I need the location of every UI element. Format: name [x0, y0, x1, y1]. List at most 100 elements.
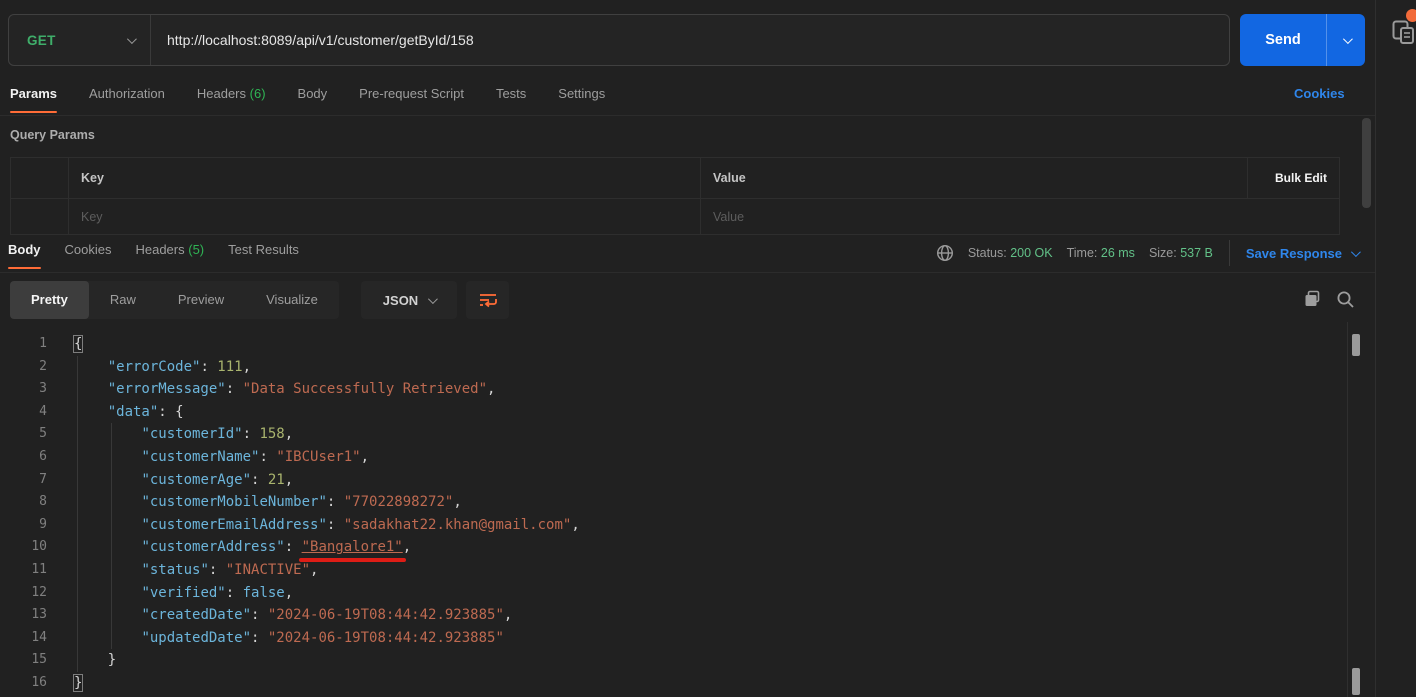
view-pretty[interactable]: Pretty [10, 281, 89, 319]
time-indicator: Time: 26 ms [1067, 246, 1135, 260]
key-column-header: Key [69, 158, 701, 198]
tab-headers[interactable]: Headers (6) [197, 86, 266, 107]
view-raw[interactable]: Raw [89, 281, 157, 319]
indent-guide [77, 649, 78, 672]
code-line: 6 "customerName": "IBCUser1", [0, 446, 1347, 469]
code-token: "IBCUser1" [276, 449, 360, 465]
tab-response-headers[interactable]: Headers (5) [135, 242, 204, 263]
code-line: 4 "data": { [0, 401, 1347, 424]
tab-body[interactable]: Body [298, 86, 328, 107]
row-checkbox-cell[interactable] [11, 199, 69, 234]
code-line: 13 "createdDate": "2024-06-19T08:44:42.9… [0, 604, 1347, 627]
code-token: : [259, 449, 276, 465]
status-value: 200 OK [1010, 246, 1052, 260]
search-icon[interactable] [1336, 290, 1355, 309]
network-globe-icon[interactable] [936, 244, 954, 262]
code-line-content: "customerAddress": "Bangalore1", [47, 536, 1347, 559]
save-response-button[interactable]: Save Response [1246, 246, 1358, 261]
code-token: , [310, 562, 318, 578]
indent-guide [111, 627, 112, 650]
divider [1229, 240, 1230, 266]
code-line: 8 "customerMobileNumber": "77022898272", [0, 491, 1347, 514]
code-token: , [453, 494, 461, 510]
table-row: Key Value [11, 198, 1339, 234]
code-line-content: "data": { [47, 401, 1347, 424]
copy-icon[interactable] [1304, 290, 1323, 309]
code-token [74, 404, 108, 420]
value-column-header: Value [701, 158, 1248, 198]
params-scrollbar[interactable] [1362, 118, 1371, 208]
key-input[interactable]: Key [69, 199, 701, 234]
code-line: 9 "customerEmailAddress": "sadakhat22.kh… [0, 514, 1347, 537]
code-token: , [285, 426, 293, 442]
indent-guide [111, 446, 112, 469]
code-line-content: "customerId": 158, [47, 423, 1347, 446]
code-token: } [74, 675, 82, 691]
line-number: 3 [0, 378, 47, 401]
code-line-content: "errorMessage": "Data Successfully Retri… [47, 378, 1347, 401]
select-all-cell[interactable] [11, 158, 69, 198]
code-token: : [327, 494, 344, 510]
code-line-content: "customerMobileNumber": "77022898272", [47, 491, 1347, 514]
beautify-button[interactable] [466, 281, 509, 319]
view-visualize[interactable]: Visualize [245, 281, 339, 319]
time-value: 26 ms [1101, 246, 1135, 260]
size-indicator: Size: 537 B [1149, 246, 1213, 260]
tab-response-body[interactable]: Body [8, 242, 41, 263]
code-token: "Data Successfully Retrieved" [243, 381, 487, 397]
code-token: "customerEmailAddress" [141, 517, 326, 533]
indent-guide [111, 423, 112, 446]
tab-settings[interactable]: Settings [558, 86, 605, 107]
cookies-link[interactable]: Cookies [1294, 86, 1345, 101]
response-body-editor[interactable]: 1{2 "errorCode": 111,3 "errorMessage": "… [0, 322, 1348, 697]
tab-params[interactable]: Params [10, 86, 57, 107]
line-number: 11 [0, 559, 47, 582]
size-value: 537 B [1180, 246, 1213, 260]
indent-guide [77, 582, 78, 605]
indent-guide [77, 401, 78, 424]
beautify-icon [478, 291, 498, 309]
request-url-bar[interactable]: GET http://localhost:8089/api/v1/custome… [8, 14, 1230, 66]
format-dropdown[interactable]: JSON [361, 281, 457, 319]
line-number: 10 [0, 536, 47, 559]
response-tabs: Body Cookies Headers (5) Test Results [8, 242, 299, 263]
response-actions [1304, 290, 1355, 309]
line-number: 7 [0, 469, 47, 492]
editor-scrollbar[interactable] [1352, 334, 1360, 356]
tab-tests[interactable]: Tests [496, 86, 526, 107]
code-token: : [226, 585, 243, 601]
code-token: , [243, 359, 251, 375]
line-number: 6 [0, 446, 47, 469]
sidebar-docs-icon[interactable] [1392, 20, 1416, 52]
indent-guide [77, 491, 78, 514]
page-scrollbar[interactable] [1352, 668, 1360, 695]
tab-test-results[interactable]: Test Results [228, 242, 299, 263]
code-line: 16} [0, 672, 1347, 695]
send-button[interactable]: Send [1240, 14, 1327, 66]
code-token [74, 607, 141, 623]
url-input[interactable]: http://localhost:8089/api/v1/customer/ge… [151, 32, 474, 48]
code-token: : [251, 607, 268, 623]
line-number: 12 [0, 582, 47, 605]
indent-guide [77, 423, 78, 446]
code-line: 15 } [0, 649, 1347, 672]
line-number: 15 [0, 649, 47, 672]
bulk-edit-button[interactable]: Bulk Edit [1275, 171, 1327, 185]
send-options-button[interactable] [1327, 14, 1365, 66]
indent-guide [111, 469, 112, 492]
code-token: : [327, 517, 344, 533]
tab-pre-request-script[interactable]: Pre-request Script [359, 86, 464, 107]
code-token: 111 [217, 359, 242, 375]
line-number: 14 [0, 627, 47, 650]
tab-response-cookies[interactable]: Cookies [65, 242, 112, 263]
format-label: JSON [383, 293, 418, 308]
code-line: 10 "customerAddress": "Bangalore1", [0, 536, 1347, 559]
code-token: } [74, 652, 116, 668]
code-token: , [285, 472, 293, 488]
tab-authorization[interactable]: Authorization [89, 86, 165, 107]
view-preview[interactable]: Preview [157, 281, 245, 319]
method-selector[interactable]: GET [9, 15, 151, 65]
code-token [74, 539, 141, 555]
send-split-button[interactable]: Send [1240, 14, 1365, 66]
value-input[interactable]: Value [701, 199, 1339, 234]
